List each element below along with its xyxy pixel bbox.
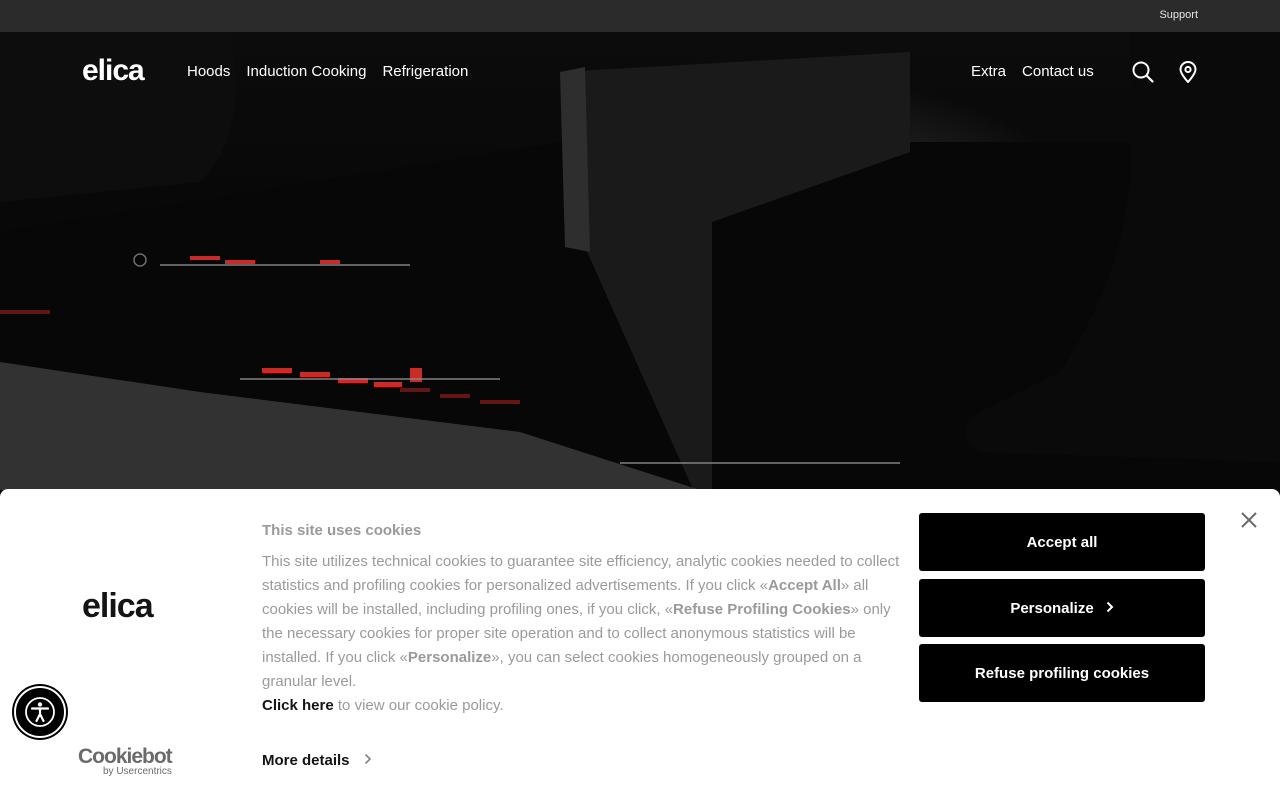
support-link[interactable]: Support (1159, 9, 1198, 21)
more-details-toggle[interactable]: More details (262, 752, 372, 769)
nav-contact-us[interactable]: Contact us (1022, 63, 1094, 80)
cookiebot-logo: Cookiebot by Usercentrics (78, 745, 182, 777)
main-nav: Hoods Induction Cooking Refrigeration (187, 63, 468, 80)
refuse-label: Refuse profiling cookies (974, 664, 1150, 682)
accept-all-button[interactable]: Accept all (919, 513, 1205, 571)
cookie-description: This site utilizes technical cookies to … (262, 550, 902, 718)
personalize-emphasis: Personalize (407, 649, 492, 666)
accessibility-button[interactable] (14, 686, 66, 738)
refuse-emphasis: Refuse Profiling Cookies (673, 601, 851, 618)
cookie-banner: elica This site uses cookies This site u… (0, 489, 1280, 800)
chevron-right-icon (364, 752, 372, 769)
personalize-label: Personalize (1010, 599, 1094, 617)
nav-refrigeration[interactable]: Refrigeration (382, 63, 468, 80)
accept-all-label: Accept all (1026, 533, 1098, 551)
more-details-label: More details (262, 752, 350, 769)
location-pin-icon[interactable] (1177, 61, 1199, 84)
nav-hoods[interactable]: Hoods (187, 63, 230, 80)
chevron-right-icon (1106, 600, 1114, 617)
secondary-nav: Extra Contact us (971, 63, 1094, 80)
nav-induction-cooking[interactable]: Induction Cooking (246, 63, 366, 80)
elica-logo[interactable]: elica (82, 54, 145, 88)
search-icon[interactable] (1132, 61, 1154, 83)
accept-all-emphasis: Accept All (768, 577, 841, 594)
accessibility-icon (25, 697, 55, 727)
refuse-profiling-cookies-button[interactable]: Refuse profiling cookies (919, 644, 1205, 702)
cookie-policy-link[interactable]: Click here (262, 697, 334, 714)
utility-bar: Support (0, 0, 1280, 32)
cookie-title: This site uses cookies (262, 522, 422, 539)
nav-extra[interactable]: Extra (971, 63, 1006, 80)
close-icon[interactable] (1238, 509, 1260, 531)
personalize-button[interactable]: Personalize (919, 579, 1205, 637)
cookie-policy-text: to view our cookie policy. (333, 697, 504, 714)
cookie-banner-logo: elica (82, 587, 154, 625)
